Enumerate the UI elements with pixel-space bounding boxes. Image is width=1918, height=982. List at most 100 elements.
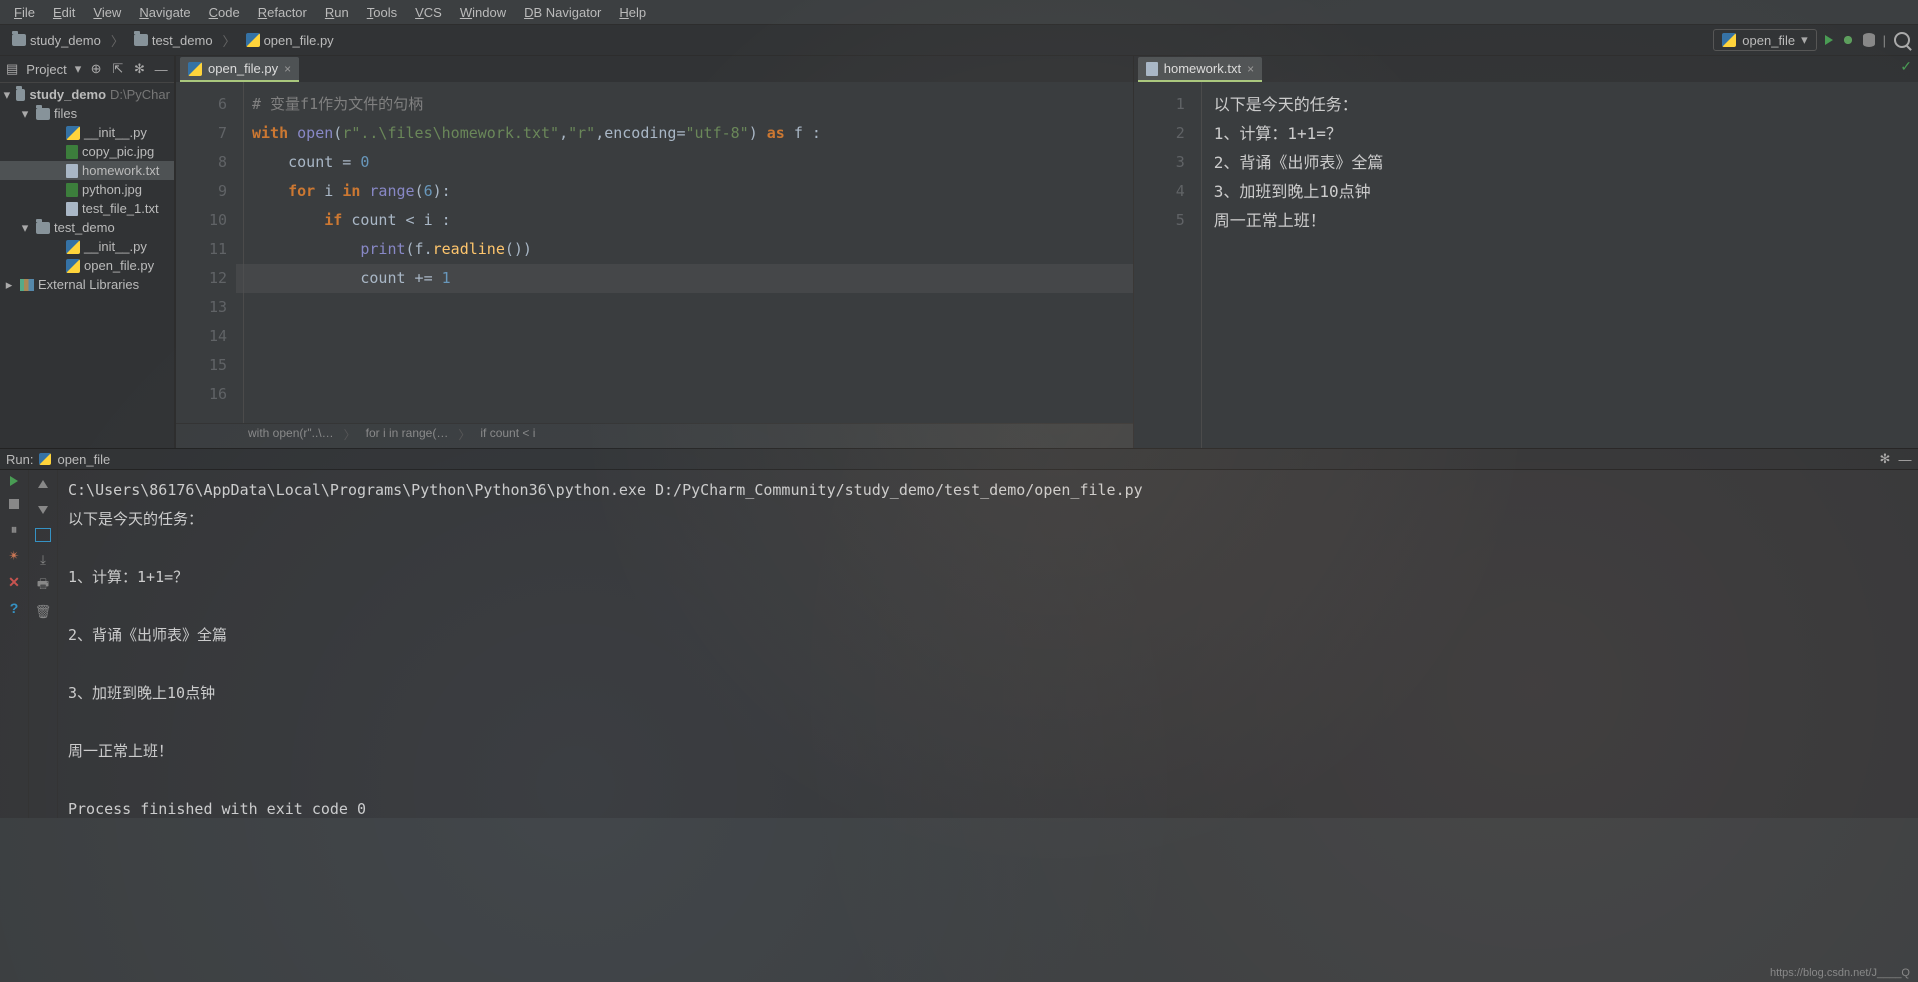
thread-dump-icon[interactable]: ✴ [6,548,22,564]
close-tab-icon[interactable]: × [284,62,291,76]
python-icon [66,259,80,273]
tree-arrow-icon: ▾ [18,220,32,236]
menu-vcs[interactable]: VCS [407,3,450,22]
editor-tabs-left: open_file.py × [176,56,1133,82]
tree-node[interactable]: ▾study_demo D:\PyChar [0,85,174,104]
tree-node[interactable]: __init__.py [0,237,174,256]
close-run-icon[interactable]: ✕ [6,574,22,590]
tab-homework-txt[interactable]: homework.txt × [1138,57,1262,82]
breadcrumb-separator: 〉 [111,31,124,50]
code-crumb-item[interactable]: with open(r"..\… [248,426,334,448]
debug-button[interactable] [1841,33,1855,47]
gear-icon[interactable]: ✻ [133,62,147,76]
python-icon [1722,33,1736,47]
tree-label: study_demo [29,87,106,102]
pause-icon[interactable]: ⏸ [6,522,22,538]
menu-navigate[interactable]: Navigate [131,3,198,22]
tree-arrow-icon: ▸ [2,277,16,293]
tree-node[interactable]: open_file.py [0,256,174,275]
hide-icon[interactable]: — [1898,452,1912,466]
run-button[interactable] [1825,35,1833,45]
help-icon[interactable]: ? [6,600,22,616]
trash-icon[interactable]: 🗑 [35,604,51,620]
run-config-label: open_file [1742,33,1795,48]
soft-wrap-icon[interactable] [35,528,51,542]
menu-db-navigator[interactable]: DB Navigator [516,3,609,22]
tree-node[interactable]: ▾files [0,104,174,123]
tree-label: __init__.py [84,239,147,254]
python-icon [39,453,51,465]
up-stack-icon[interactable] [35,476,51,492]
tree-node[interactable]: ▾ test_demo [0,218,174,237]
down-stack-icon[interactable] [35,502,51,518]
close-tab-icon[interactable]: × [1247,62,1254,76]
collapse-all-icon[interactable]: ⇱ [111,62,125,76]
folder-icon [16,89,26,101]
tree-label: External Libraries [38,277,139,292]
project-panel-header: ▤ Project ▾ ⊕ ⇱ ✻ — [0,56,174,83]
text-area[interactable]: 以下是今天的任务：1、计算：1+1=？2、背诵《出师表》全篇3、加班到晚上10点… [1202,82,1918,448]
tree-node[interactable]: __init__.py [0,123,174,142]
project-tab-icon: ▤ [6,61,18,77]
scroll-from-source-icon[interactable]: ⊕ [89,62,103,76]
hide-icon[interactable]: — [154,62,168,76]
toolbar-right: open_file ▾ | [1713,29,1910,51]
code-area[interactable]: # 变量f1作为文件的句柄with open(r"..\files\homewo… [244,82,1133,423]
chevron-down-icon[interactable]: ▾ [75,61,82,77]
project-tree[interactable]: ▾study_demo D:\PyChar▾files__init__.pyco… [0,83,174,448]
py-icon [246,33,260,47]
stop-button[interactable] [6,496,22,512]
run-toolbar-secondary: ⤓ 🖶 🗑 [29,470,58,818]
editor-breadcrumb[interactable]: with open(r"..\…〉for i in range(…〉if cou… [176,423,1133,448]
editor-body-right[interactable]: 12345 以下是今天的任务：1、计算：1+1=？2、背诵《出师表》全篇3、加班… [1134,82,1918,448]
menu-help[interactable]: Help [611,3,654,22]
tree-label: test_file_1.txt [82,201,159,216]
tree-node[interactable]: python.jpg [0,180,174,199]
folder-icon [134,34,148,46]
menu-window[interactable]: Window [452,3,514,22]
inspection-ok-icon[interactable]: ✓ [1900,58,1912,75]
editor-body-left[interactable]: 678910111213141516 # 变量f1作为文件的句柄with ope… [176,82,1133,423]
navigation-bar: study_demo 〉 test_demo 〉 open_file.py open_f… [0,25,1918,56]
run-tool-window: ⏸ ✴ ✕ ? ⤓ 🖶 🗑 C:\Users\86176\AppData\Loc… [0,470,1918,818]
tree-node[interactable]: copy_pic.jpg [0,142,174,161]
txt-icon [66,202,78,216]
menu-code[interactable]: Code [201,3,248,22]
console-output[interactable]: C:\Users\86176\AppData\Local\Programs\Py… [58,470,1918,818]
print-icon[interactable]: 🖶 [35,578,51,594]
breadcrumb-label: test_demo [152,33,213,48]
gear-icon[interactable]: ✻ [1878,452,1892,466]
project-panel-title[interactable]: Project [26,62,66,77]
main-menu-bar: FileEditViewNavigateCodeRefactorRunTools… [0,0,1918,25]
tree-label: test_demo [54,220,115,235]
rerun-button[interactable] [10,476,18,486]
line-gutter: 12345 [1134,82,1202,448]
run-config-name: open_file [57,452,110,467]
tree-node[interactable]: ▸ External Libraries [0,275,174,294]
scroll-to-end-icon[interactable]: ⤓ [35,552,51,568]
tree-label: copy_pic.jpg [82,144,154,159]
menu-view[interactable]: View [85,3,129,22]
tab-open-file-py[interactable]: open_file.py × [180,57,299,82]
txt-icon [1146,62,1158,76]
attach-button[interactable] [1863,33,1875,47]
tree-node[interactable]: test_file_1.txt [0,199,174,218]
breadcrumb-item[interactable]: study_demo [8,31,105,50]
breadcrumb-item[interactable]: test_demo [130,31,217,50]
breadcrumb-item[interactable]: open_file.py [242,31,338,50]
tree-path: D:\PyChar [110,87,170,102]
breadcrumb-separator: 〉 [223,31,236,50]
run-config-selector[interactable]: open_file ▾ [1713,29,1816,51]
menu-tools[interactable]: Tools [359,3,405,22]
menu-edit[interactable]: Edit [45,3,83,22]
image-icon [66,183,78,197]
menu-refactor[interactable]: Refactor [250,3,315,22]
search-everywhere-icon[interactable] [1894,32,1910,48]
tab-label: homework.txt [1164,61,1241,76]
menu-run[interactable]: Run [317,3,357,22]
code-crumb-item[interactable]: if count < i [480,426,535,448]
menu-file[interactable]: File [6,3,43,22]
code-crumb-item[interactable]: for i in range(… [366,426,449,448]
tree-node[interactable]: homework.txt [0,161,174,180]
tree-label: __init__.py [84,125,147,140]
